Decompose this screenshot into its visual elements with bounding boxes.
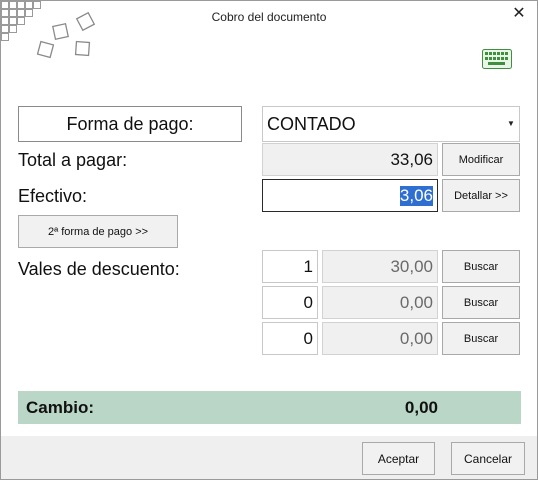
accept-button[interactable]: Aceptar <box>362 442 435 475</box>
chevron-down-icon[interactable]: ▼ <box>506 119 516 129</box>
cancel-button[interactable]: Cancelar <box>451 442 525 475</box>
voucher-qty-3[interactable]: 0 <box>262 322 318 355</box>
detail-button[interactable]: Detallar >> <box>442 179 520 212</box>
voucher-amount-3: 0,00 <box>322 322 438 355</box>
close-icon[interactable]: ✕ <box>509 4 529 24</box>
total-label: Total a pagar: <box>18 150 128 170</box>
voucher-search-button-2[interactable]: Buscar <box>442 286 520 319</box>
payment-method-label: Forma de pago: <box>18 106 242 142</box>
voucher-search-button-3[interactable]: Buscar <box>442 322 520 355</box>
voucher-qty-1[interactable]: 1 <box>262 250 318 283</box>
total-field: 33,06 <box>262 143 438 176</box>
dialog-footer: Aceptar Cancelar <box>1 436 537 479</box>
payment-method-select[interactable]: CONTADO ▼ <box>262 106 520 142</box>
payment-dialog: Cobro del documento ✕ Forma de pago: CON… <box>0 0 538 480</box>
vouchers-label: Vales de descuento: <box>18 259 180 279</box>
voucher-amount-1: 30,00 <box>322 250 438 283</box>
modify-button[interactable]: Modificar <box>442 143 520 176</box>
second-payment-method-button[interactable]: 2ª forma de pago >> <box>18 215 178 248</box>
voucher-amount-2: 0,00 <box>322 286 438 319</box>
squares-logo-icon <box>1 1 96 59</box>
voucher-qty-2[interactable]: 0 <box>262 286 318 319</box>
change-bar: Cambio: 0,00 <box>18 391 521 424</box>
cash-input[interactable]: 3,06 <box>262 179 438 212</box>
voucher-search-button-1[interactable]: Buscar <box>442 250 520 283</box>
change-label: Cambio: <box>26 398 94 417</box>
keyboard-icon[interactable] <box>482 49 512 69</box>
cash-input-selection: 3,06 <box>399 185 433 206</box>
change-value: 0,00 <box>404 398 438 417</box>
cash-label: Efectivo: <box>18 186 88 206</box>
payment-method-value: CONTADO <box>267 113 356 134</box>
